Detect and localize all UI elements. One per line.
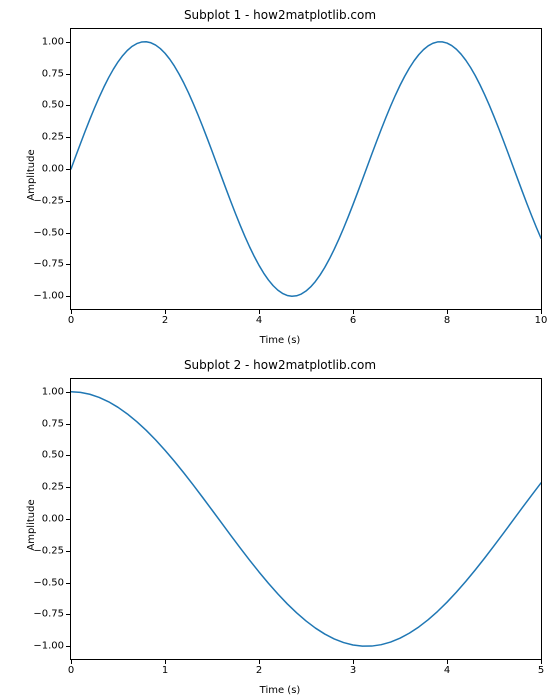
xtick-label: 3 [350,665,356,676]
ytick-label: 0.25 [42,482,64,493]
subplot-1-line-sin [71,42,541,296]
ytick-label: −0.75 [33,259,64,270]
xtick-label: 4 [256,315,262,326]
xtick-label: 2 [162,315,168,326]
ytick-label: −0.50 [33,227,64,238]
xtick-label: 10 [535,315,548,326]
ytick-label: 1.00 [42,36,64,47]
xtick-label: 6 [350,315,356,326]
figure: Subplot 1 - how2matplotlib.com Amplitude… [0,0,560,700]
subplot-1-ylabel: Amplitude [26,149,37,200]
xtick-label: 8 [444,315,450,326]
subplot-1-plot [71,29,541,309]
xtick-label: 1 [162,665,168,676]
ytick-label: 0.50 [42,100,64,111]
subplot-2-line-cos [71,392,541,646]
ytick-label: 0.50 [42,450,64,461]
subplot-2-plot [71,379,541,659]
subplot-2-title: Subplot 2 - how2matplotlib.com [0,358,560,372]
ytick-label: −1.00 [33,641,64,652]
ytick-label: −0.50 [33,577,64,588]
ytick-label: −0.25 [33,195,64,206]
ytick-label: 1.00 [42,386,64,397]
subplot-2: Subplot 2 - how2matplotlib.com Amplitude… [0,350,560,700]
subplot-2-xlabel: Time (s) [0,685,560,696]
xtick-label: 2 [256,665,262,676]
subplot-2-ylabel: Amplitude [26,499,37,550]
ytick-label: −0.75 [33,609,64,620]
ytick-label: 0.25 [42,132,64,143]
ytick-label: −1.00 [33,291,64,302]
ytick-label: −0.25 [33,545,64,556]
subplot-1-axes: 0246810 −1.00−0.75−0.50−0.250.000.250.50… [70,28,542,310]
ytick-label: 0.75 [42,68,64,79]
subplot-1-xlabel: Time (s) [0,335,560,346]
subplot-1: Subplot 1 - how2matplotlib.com Amplitude… [0,0,560,350]
subplot-2-axes: 012345 −1.00−0.75−0.50−0.250.000.250.500… [70,378,542,660]
xtick-label: 4 [444,665,450,676]
xtick-label: 0 [68,665,74,676]
xtick-label: 5 [538,665,544,676]
ytick-label: 0.75 [42,418,64,429]
ytick-label: 0.00 [42,514,64,525]
ytick-label: 0.00 [42,164,64,175]
xtick-label: 0 [68,315,74,326]
subplot-1-title: Subplot 1 - how2matplotlib.com [0,8,560,22]
